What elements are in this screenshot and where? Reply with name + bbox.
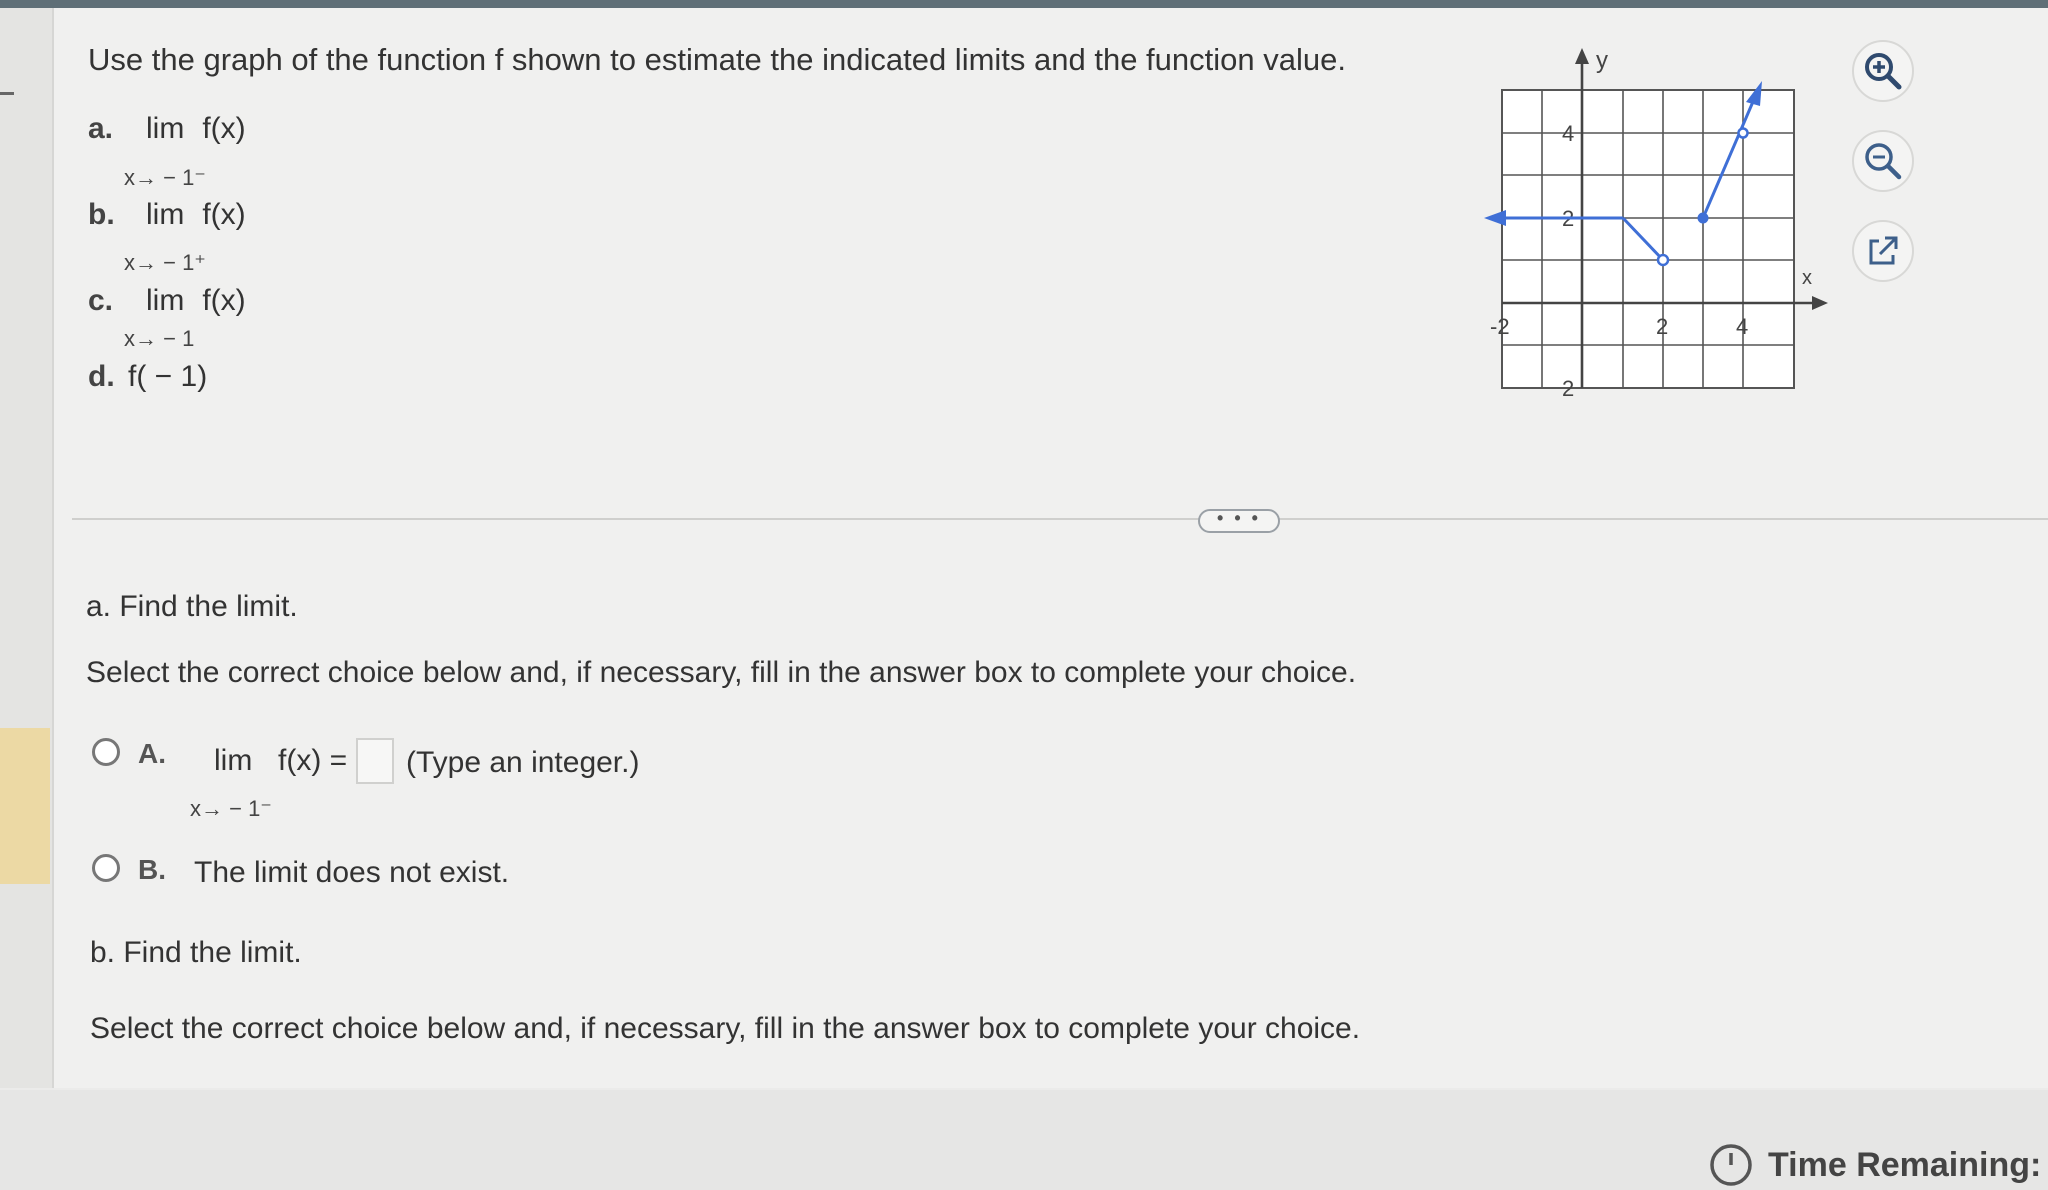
y-tick-4: 4: [1562, 121, 1574, 146]
section-divider: [72, 518, 2048, 520]
choice-a-letter: A.: [138, 738, 166, 769]
part-a: a. lim f(x): [88, 112, 246, 146]
y-tick-neg2: 2: [1562, 376, 1574, 400]
part-b-label: b.: [88, 198, 115, 231]
x-axis-label: x: [1802, 267, 1812, 289]
zoom-out-button[interactable]: [1852, 130, 1914, 192]
choice-b-letter: B.: [138, 854, 166, 885]
expand-toggle[interactable]: • • •: [1198, 509, 1280, 533]
section-a-instruction: Select the correct choice below and, if …: [86, 656, 1357, 689]
part-c-func: f(x): [202, 284, 246, 317]
part-a-func: f(x): [202, 112, 246, 145]
part-d: d. f( − 1): [88, 360, 207, 394]
part-b: b. lim f(x): [88, 198, 246, 232]
open-point-upper: [1737, 127, 1749, 139]
part-a-label: a.: [88, 112, 114, 145]
zoom-in-icon: [1865, 53, 1902, 90]
part-c-label: c.: [88, 284, 114, 317]
left-strip: [0, 8, 54, 1088]
curve-left-arrow-icon: [1484, 210, 1506, 226]
question-intro: Use the graph of the function f shown to…: [88, 42, 1346, 77]
part-b-subscript: x→ − 1⁺: [124, 250, 206, 275]
function-graph: y x -2 2 4 4 2 2: [1484, 47, 1828, 400]
part-c-subscript: x→ − 1: [124, 326, 195, 351]
graph-plot-area: [1501, 89, 1795, 389]
part-d-expr: f( − 1): [128, 360, 208, 393]
time-remaining: Time Remaining:: [1708, 1142, 2041, 1188]
open-point: [1656, 253, 1670, 267]
choice-a-subscript: x→ − 1⁻: [190, 796, 272, 821]
x-tick-2: 2: [1656, 314, 1668, 339]
choice-b-text: The limit does not exist.: [194, 856, 510, 889]
part-a-lim: lim: [146, 112, 185, 145]
part-c: c. lim f(x): [88, 284, 246, 318]
closed-point: [1697, 212, 1709, 224]
time-remaining-label: Time Remaining:: [1768, 1145, 2042, 1184]
top-bar: [0, 0, 2048, 8]
answer-input-box[interactable]: [356, 738, 394, 784]
x-tick-4: 4: [1736, 314, 1748, 339]
x-tick-neg2: -2: [1490, 314, 1510, 339]
clock-icon: [1710, 1144, 1752, 1186]
part-b-func: f(x): [202, 198, 246, 231]
section-a-heading: a. Find the limit.: [86, 590, 298, 623]
part-a-subscript: x→ − 1⁻: [124, 165, 206, 190]
section-b-instruction: Select the correct choice below and, if …: [90, 1012, 1361, 1045]
popout-button[interactable]: [1852, 220, 1914, 282]
zoom-in-button[interactable]: [1852, 40, 1914, 102]
section-b-heading: b. Find the limit.: [90, 936, 302, 969]
zoom-out-icon: [1865, 143, 1902, 180]
part-d-label: d.: [88, 360, 115, 393]
choice-a-lim: lim: [214, 744, 253, 777]
choice-a-radio[interactable]: [92, 738, 120, 766]
left-marker: [0, 92, 14, 95]
choice-a-func: f(x) =: [278, 744, 348, 777]
external-link-icon: [1869, 236, 1898, 265]
choice-b-radio[interactable]: [92, 854, 120, 882]
current-part-highlight: [0, 728, 50, 884]
choice-a-hint: (Type an integer.): [406, 746, 640, 779]
y-axis-label: y: [1596, 47, 1608, 74]
part-b-lim: lim: [146, 198, 185, 231]
part-c-lim: lim: [146, 284, 185, 317]
